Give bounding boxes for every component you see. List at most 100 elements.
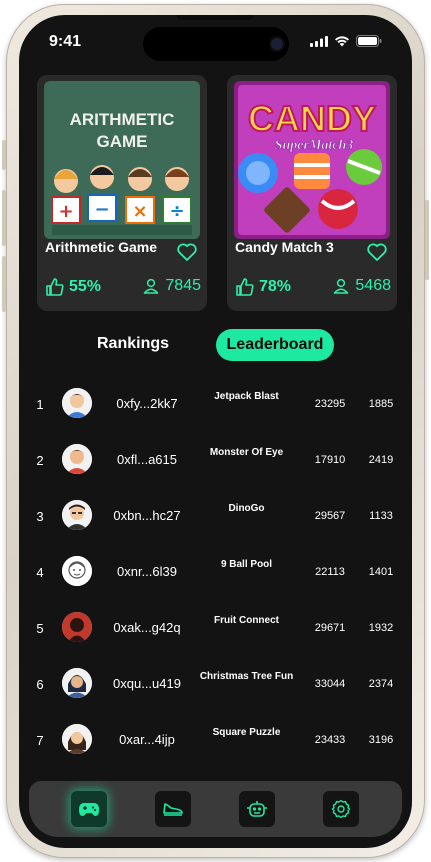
play-count: 1133 — [369, 510, 393, 522]
wallet-address: 0xbn...hc27 — [113, 508, 181, 523]
sneaker-icon — [163, 803, 183, 816]
gamepad-icon — [79, 803, 99, 816]
game-title: Arithmetic Game — [45, 239, 158, 255]
nav-activity-button[interactable] — [155, 791, 191, 827]
score: 29671 — [314, 622, 346, 634]
game-stats: 78% 5468 — [235, 277, 391, 299]
times-symbol: × — [132, 201, 147, 222]
game-stats: 55% 7845 — [45, 277, 201, 299]
players-value: 7845 — [165, 277, 201, 294]
camera-icon — [271, 38, 283, 50]
tab-leaderboard-label: Leaderboard — [226, 336, 324, 353]
candy-logo-subtitle: SuperMatch3 — [275, 138, 354, 153]
favorite-heart-icon[interactable] — [177, 243, 197, 266]
rank-number: 7 — [36, 733, 44, 748]
battery-icon — [356, 35, 382, 47]
nav-settings-button[interactable] — [323, 791, 359, 827]
table-row[interactable]: 7 0xar...4ijp Square Puzzle 23433 3196 — [19, 711, 412, 767]
wallet-address: 0xfl...a615 — [117, 452, 177, 467]
game-title: Candy Match 3 — [235, 239, 334, 255]
nav-games-button[interactable] — [71, 791, 107, 827]
score: 23433 — [314, 734, 346, 746]
game-card-candy-match[interactable]: CANDY SuperMatch3 Candy Match 3 78% 5468 — [227, 75, 397, 311]
avatar — [62, 612, 92, 642]
rank-number: 5 — [36, 621, 44, 636]
bottom-navigation — [29, 781, 402, 837]
status-icons — [310, 35, 382, 47]
score: 29567 — [314, 510, 346, 522]
favorite-heart-icon[interactable] — [367, 243, 387, 266]
table-row[interactable]: 3 0xbn...hc27 DinoGo 29567 1133 — [19, 487, 412, 543]
wallet-address: 0xnr...6l39 — [117, 564, 177, 579]
play-count: 2419 — [368, 454, 394, 466]
game-name: Monster Of Eye — [209, 447, 284, 458]
play-count: 1401 — [368, 566, 394, 578]
game-name: Jetpack Blast — [214, 391, 279, 402]
players-value: 5468 — [355, 277, 391, 294]
app-screen: 9:41 ARITHMETIC GAME + − × ÷ Arithmetic … — [19, 15, 412, 848]
thumb-title-line1: ARITHMETIC — [70, 110, 175, 129]
gear-icon — [331, 799, 351, 819]
game-name: Square Puzzle — [212, 727, 281, 738]
play-count: 1932 — [368, 622, 394, 634]
thumbs-up-icon — [236, 278, 254, 296]
like-percent: 55% — [69, 278, 102, 295]
tab-rankings[interactable]: Rankings — [97, 335, 169, 353]
play-count: 3196 — [368, 734, 394, 746]
candy-thumbnail: CANDY SuperMatch3 — [234, 81, 390, 239]
status-time: 9:41 — [49, 33, 82, 50]
divide-symbol: ÷ — [169, 201, 184, 222]
volume-down-button — [2, 256, 6, 312]
game-name: Christmas Tree Fun — [199, 671, 294, 682]
robot-icon — [247, 801, 267, 817]
thumb-title-line2: GAME — [97, 132, 148, 151]
game-name: DinoGo — [228, 503, 265, 514]
dynamic-island — [143, 27, 289, 61]
table-row[interactable]: 5 0xak...g42q Fruit Connect 29671 1932 — [19, 599, 412, 655]
game-name: 9 Ball Pool — [220, 559, 273, 570]
wallet-address: 0xfy...2kk7 — [116, 396, 178, 411]
avatar — [62, 556, 92, 586]
wallet-address: 0xqu...u419 — [113, 676, 181, 691]
score: 17910 — [314, 454, 346, 466]
mute-switch — [2, 140, 6, 170]
like-rating: 78% — [235, 277, 291, 297]
volume-up-button — [2, 190, 6, 246]
table-row[interactable]: 2 0xfl...a615 Monster Of Eye 17910 2419 — [19, 431, 412, 487]
avatar — [62, 500, 92, 530]
candy-logo-title: CANDY — [248, 98, 376, 139]
play-count: 2374 — [368, 678, 394, 690]
speaker-grille — [177, 15, 253, 20]
wallet-address: 0xar...4ijp — [119, 732, 175, 747]
avatar — [62, 444, 92, 474]
wifi-icon — [335, 36, 349, 47]
nav-bots-button[interactable] — [239, 791, 275, 827]
rank-number: 6 — [36, 677, 44, 692]
arithmetic-thumbnail: ARITHMETIC GAME + − × ÷ — [44, 81, 200, 239]
signal-icon — [310, 35, 328, 47]
avatar — [62, 668, 92, 698]
table-row[interactable]: 1 0xfy...2kk7 Jetpack Blast 23295 1885 — [19, 375, 412, 431]
game-card-arithmetic[interactable]: ARITHMETIC GAME + − × ÷ Arithmetic Game — [37, 75, 207, 311]
score: 33044 — [314, 678, 346, 690]
tab-leaderboard[interactable]: Leaderboard — [216, 329, 334, 361]
rank-number: 2 — [36, 453, 44, 468]
rank-number: 1 — [36, 397, 44, 412]
status-bar: 9:41 — [19, 15, 412, 63]
avatar — [62, 724, 92, 754]
score: 22113 — [315, 566, 345, 578]
game-name: Fruit Connect — [214, 615, 279, 626]
minus-symbol: − — [94, 199, 109, 220]
score: 23295 — [314, 398, 346, 410]
table-row[interactable]: 4 0xnr...6l39 9 Ball Pool 22113 1401 — [19, 543, 412, 599]
power-button — [425, 200, 429, 280]
table-row[interactable]: 6 0xqu...u419 Christmas Tree Fun 33044 2… — [19, 655, 412, 711]
wallet-address: 0xak...g42q — [113, 620, 181, 635]
user-icon — [334, 278, 349, 294]
user-icon — [144, 278, 159, 294]
player-count: 7845 — [143, 277, 201, 295]
player-count: 5468 — [333, 277, 391, 295]
like-percent: 78% — [259, 278, 292, 295]
rank-number: 4 — [36, 565, 44, 580]
like-rating: 55% — [45, 277, 101, 297]
